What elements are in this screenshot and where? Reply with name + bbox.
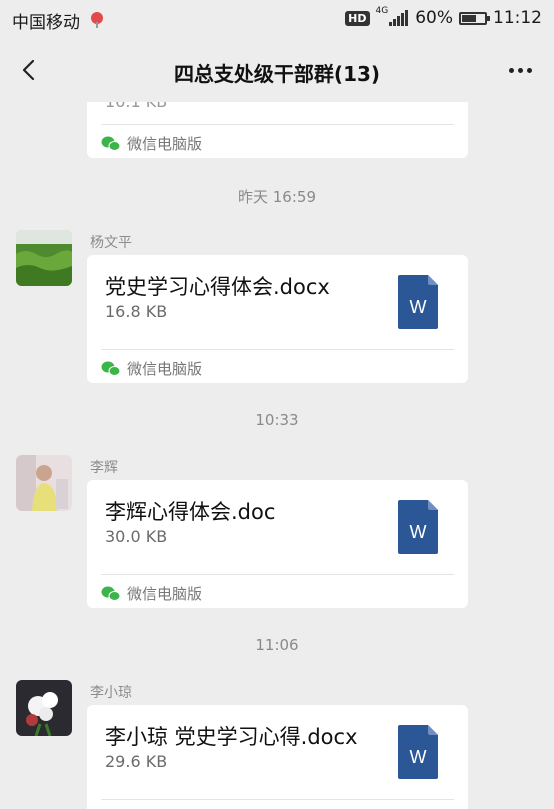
chat-area[interactable]: 16.1 KB 微信电脑版 昨天 16:59 杨文平 党史学习心得体会.docx… xyxy=(0,102,554,809)
source-label: 微信电脑版 xyxy=(101,358,202,379)
avatar-flowers-image xyxy=(16,680,72,736)
divider xyxy=(101,799,454,800)
more-options-icon[interactable] xyxy=(505,68,532,73)
word-file-icon: W xyxy=(398,500,438,554)
status-bar: 中国移动 HD 4G 60% 11:12 xyxy=(0,0,554,38)
file-name: 党史学习心得体会.docx xyxy=(105,275,330,299)
word-file-icon: W xyxy=(398,725,438,779)
file-size: 16.8 KB xyxy=(105,302,168,321)
divider xyxy=(101,349,454,350)
carrier-label: 中国移动 xyxy=(12,13,80,33)
source-label: 微信电脑版 xyxy=(101,133,202,154)
avatar[interactable] xyxy=(16,230,72,286)
battery-icon xyxy=(459,11,490,25)
avatar-crops-image xyxy=(16,230,72,286)
divider xyxy=(101,124,454,125)
sender-name: 杨文平 xyxy=(90,235,132,251)
title-bar: 四总支处级干部群(13) xyxy=(0,38,554,102)
file-icon-letter: W xyxy=(410,747,427,767)
divider xyxy=(101,574,454,575)
location-pin-icon xyxy=(91,12,103,28)
source-label: 微信电脑版 xyxy=(101,583,202,604)
file-message-card[interactable]: 党史学习心得体会.docx 16.8 KB W 微信电脑版 xyxy=(87,255,468,383)
clock: 11:12 xyxy=(493,8,542,28)
signal-icon xyxy=(389,10,409,26)
sender-name: 李辉 xyxy=(90,460,118,476)
source-text: 微信电脑版 xyxy=(127,135,203,153)
status-right: HD 4G 60% 11:12 xyxy=(345,6,542,28)
wechat-icon xyxy=(101,361,121,376)
file-message-card[interactable]: 16.1 KB 微信电脑版 xyxy=(87,102,468,158)
avatar-person-image xyxy=(16,455,72,511)
wechat-icon xyxy=(101,586,121,601)
timestamp: 10:33 xyxy=(255,411,299,429)
file-name: 李小琼 党史学习心得.docx xyxy=(105,725,358,749)
timestamp: 昨天 16:59 xyxy=(238,188,316,206)
file-size: 29.6 KB xyxy=(105,752,168,771)
hd-badge: HD xyxy=(345,10,370,26)
network-type: 4G xyxy=(375,6,389,16)
source-text: 微信电脑版 xyxy=(127,360,203,378)
avatar[interactable] xyxy=(16,680,72,736)
wechat-icon xyxy=(101,136,121,151)
timestamp: 11:06 xyxy=(255,636,299,654)
file-size: 30.0 KB xyxy=(105,527,168,546)
file-name: 李辉心得体会.doc xyxy=(105,500,276,524)
file-icon-letter: W xyxy=(410,522,427,542)
avatar[interactable] xyxy=(16,455,72,511)
source-text: 微信电脑版 xyxy=(127,585,203,603)
file-size: 16.1 KB xyxy=(105,102,167,111)
battery-percent: 60% xyxy=(415,8,453,28)
file-icon-letter: W xyxy=(410,297,427,317)
file-message-card[interactable]: 李辉心得体会.doc 30.0 KB W 微信电脑版 xyxy=(87,480,468,608)
file-message-card[interactable]: 李小琼 党史学习心得.docx 29.6 KB W xyxy=(87,705,468,809)
sender-name: 李小琼 xyxy=(90,685,132,701)
chat-title: 四总支处级干部群(13) xyxy=(173,62,381,86)
word-file-icon: W xyxy=(398,275,438,329)
